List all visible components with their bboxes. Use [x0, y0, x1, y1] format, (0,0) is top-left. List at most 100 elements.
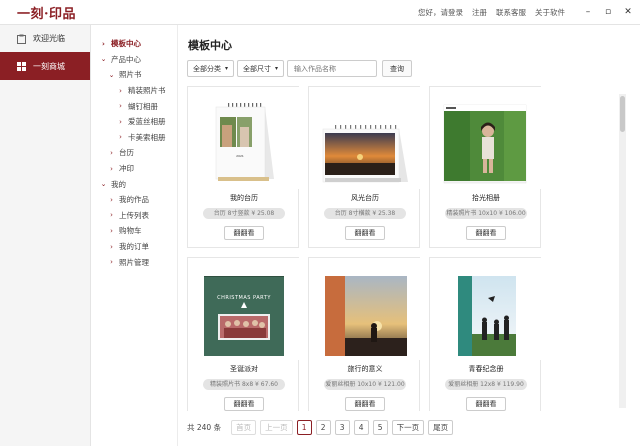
tree-item-label: 卡美索相册 [128, 132, 166, 142]
clipboard-icon [15, 34, 27, 44]
top-links: 您好，请登录 注册 联系客服 关于软件 – ▫ ✕ [418, 7, 634, 18]
tree-item-photobook[interactable]: ⌄ 照片书 [92, 67, 177, 83]
template-card[interactable]: 拾光相册 精装照片书 10x10 ¥ 106.00 翻翻看 [429, 86, 542, 248]
page-button[interactable]: 2 [315, 420, 331, 435]
chevron-right-icon: › [119, 102, 122, 111]
tree-item-alice-album[interactable]: › 爱蓝丝相册 [92, 114, 177, 130]
tree-item-label: 爱蓝丝相册 [128, 117, 166, 127]
template-name: 我的台历 [230, 194, 258, 202]
title-bar: 一刻·印品 您好，请登录 注册 联系客服 关于软件 – ▫ ✕ [0, 0, 640, 25]
preview-button[interactable]: 翻翻看 [224, 226, 264, 240]
template-card[interactable]: 风光台历 台历 8寸横款 ¥ 25.38 翻翻看 [308, 86, 421, 248]
chevron-right-icon: › [119, 117, 122, 126]
tree-item-label: 精装照片书 [128, 86, 166, 96]
tree-item-kamei-album[interactable]: › 卡美索相册 [92, 130, 177, 146]
template-name: 圣诞派对 [230, 365, 258, 373]
template-name: 拾光相册 [472, 194, 500, 202]
chevron-right-icon: › [110, 242, 113, 251]
tree-item-label: 我的作品 [119, 195, 149, 205]
preview-button[interactable]: 翻翻看 [345, 397, 385, 411]
tree-item-template-center[interactable]: › 模板中心 [92, 36, 177, 52]
calendar-thumbnail: 2021 [188, 87, 300, 189]
tree-item-calendar[interactable]: › 台历 [92, 145, 177, 161]
tree-item-label: 冲印 [119, 164, 134, 174]
photobook-thumbnail [430, 87, 542, 189]
page-button[interactable]: 3 [334, 420, 350, 435]
scrollbar[interactable] [619, 94, 626, 408]
page-button[interactable]: 5 [372, 420, 388, 435]
tree-item-my-orders[interactable]: › 我的订单 [92, 239, 177, 255]
scrollbar-thumb[interactable] [620, 96, 625, 132]
pagination: 共 240 条 首页 上一页 1 2 3 4 5 下一页 尾页 [187, 420, 454, 435]
template-card[interactable]: 旅行的意义 爱丽丝相册 10x10 ¥ 121.00 翻翻看 [308, 257, 421, 411]
tree-item-cart[interactable]: › 购物车 [92, 223, 177, 239]
chevron-right-icon: › [102, 39, 105, 48]
cover-title: CHRISTMAS PARTY [217, 295, 271, 301]
chevron-right-icon: › [119, 86, 122, 95]
tree-item-my-works[interactable]: › 我的作品 [92, 192, 177, 208]
chevron-right-icon: › [110, 164, 113, 173]
nav-item-welcome[interactable]: 欢迎光临 [0, 25, 90, 52]
template-spec: 精装照片书 8x8 ¥ 67.60 [203, 379, 285, 390]
contact-support-link[interactable]: 联系客服 [496, 7, 526, 18]
page-button[interactable]: 4 [353, 420, 369, 435]
chevron-down-icon: ⌄ [100, 55, 107, 64]
left-nav: 欢迎光临 一刻商城 [0, 25, 91, 446]
template-spec: 台历 8寸横款 ¥ 25.38 [324, 208, 406, 219]
preview-button[interactable]: 翻翻看 [466, 397, 506, 411]
template-card[interactable]: CHRISTMAS PARTY 圣诞派对 精装照片书 8x8 ¥ 67.60 翻… [187, 257, 300, 411]
tree-item-label: 模板中心 [111, 39, 141, 49]
close-icon[interactable]: ✕ [622, 7, 634, 17]
tree-item-photo-manage[interactable]: › 照片管理 [92, 254, 177, 270]
calendar-thumbnail [309, 87, 421, 189]
tree-item-label: 照片管理 [119, 257, 149, 267]
template-card[interactable]: 2021 我的台历 台历 8寸竖款 ¥ 25.08 翻翻看 [187, 86, 300, 248]
template-name: 旅行的意义 [347, 365, 383, 373]
about-software-link[interactable]: 关于软件 [535, 7, 565, 18]
preview-button[interactable]: 翻翻看 [466, 226, 506, 240]
tree-item-stapled-album[interactable]: › 蝴钉相册 [92, 98, 177, 114]
prev-page-button[interactable]: 上一页 [260, 420, 293, 435]
tree-item-hardcover-photobook[interactable]: › 精装照片书 [92, 83, 177, 99]
tree-item-upload-list[interactable]: › 上传列表 [92, 208, 177, 224]
filter-bar: 全部分类 ▾ 全部尺寸▾ 查询 [187, 60, 413, 77]
tree-item-prints[interactable]: › 冲印 [92, 161, 177, 177]
nav-item-label: 一刻商城 [33, 61, 65, 71]
template-name: 风光台历 [351, 194, 379, 202]
nav-item-mall[interactable]: 一刻商城 [0, 52, 90, 80]
search-button[interactable]: 查询 [382, 60, 413, 77]
category-select[interactable]: 全部分类 ▾ [187, 60, 235, 77]
photobook-thumbnail [430, 258, 542, 360]
last-page-button[interactable]: 尾页 [428, 420, 454, 435]
maximize-icon[interactable]: ▫ [602, 7, 614, 17]
tree-item-product-center[interactable]: ⌄ 产品中心 [92, 52, 177, 68]
tree-item-label: 照片书 [119, 70, 142, 80]
next-page-button[interactable]: 下一页 [391, 420, 425, 435]
photobook-thumbnail [309, 258, 421, 360]
preview-button[interactable]: 翻翻看 [224, 397, 264, 411]
template-grid: 2021 我的台历 台历 8寸竖款 ¥ 25.08 翻翻看 风光台历 台历 8寸… [187, 86, 619, 411]
chevron-right-icon: › [110, 195, 113, 204]
chevron-down-icon: ⌄ [100, 180, 107, 189]
tree-item-label: 我的 [111, 179, 126, 189]
minimize-icon[interactable]: – [582, 7, 594, 17]
category-select-value: 全部分类 [193, 64, 221, 73]
first-page-button[interactable]: 首页 [231, 420, 257, 435]
size-select[interactable]: 全部尺寸 ▾ [237, 60, 285, 77]
tree-item-label: 产品中心 [111, 54, 141, 64]
tree-item-mine[interactable]: ⌄ 我的 [92, 176, 177, 192]
template-card[interactable]: 青春纪念册 爱丽丝相册 12x8 ¥ 119.90 翻翻看 [429, 257, 542, 411]
login-link[interactable]: 您好，请登录 [418, 7, 463, 18]
chevron-right-icon: › [110, 258, 113, 267]
size-select-value: 全部尺寸 [243, 64, 272, 73]
page-button[interactable]: 1 [296, 420, 312, 435]
chevron-right-icon: › [119, 133, 122, 142]
preview-button[interactable]: 翻翻看 [345, 226, 385, 240]
caret-down-icon: ▾ [225, 65, 229, 72]
template-spec: 台历 8寸竖款 ¥ 25.08 [203, 208, 285, 219]
main-content: 模板中心 全部分类▾ 全部尺寸▾ 查询 2021 我的台历 [179, 25, 628, 446]
register-link[interactable]: 注册 [472, 7, 487, 18]
chevron-down-icon: ⌄ [108, 70, 115, 79]
search-input[interactable] [287, 60, 378, 77]
category-tree: › 模板中心 ⌄ 产品中心 ⌄ 照片书 › 精装照片书 › 蝴钉相册 › 爱蓝丝相册 › 卡美… [92, 25, 178, 446]
